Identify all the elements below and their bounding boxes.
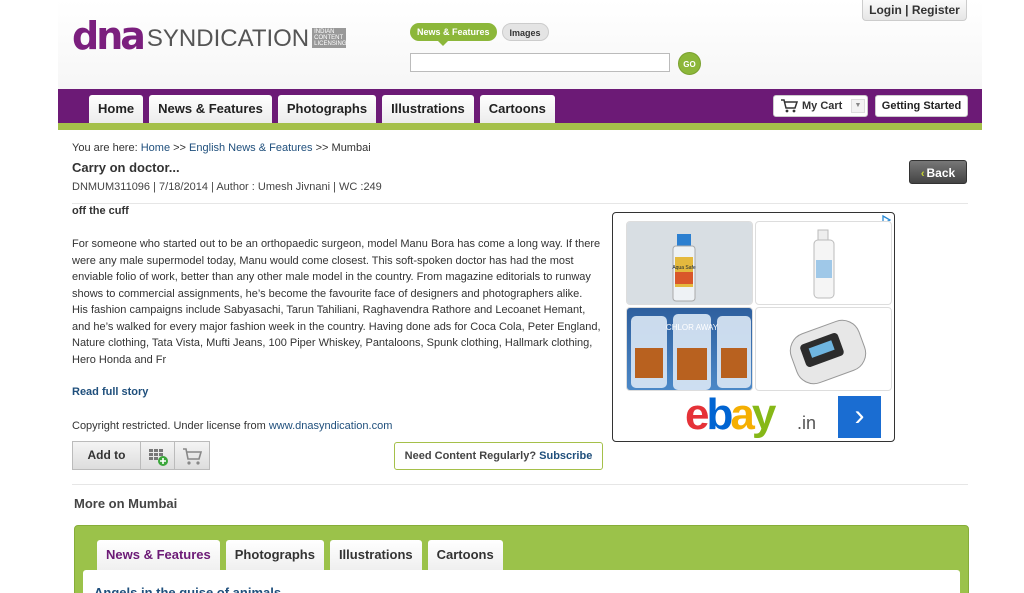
- copyright-notice: Copyright restricted. Under license from…: [72, 420, 392, 432]
- need-content-text: Need Content Regularly?: [404, 450, 537, 462]
- search-tab-news-features[interactable]: News & Features: [410, 23, 497, 46]
- copyright-text: Copyright restricted. Under license from: [72, 420, 266, 432]
- chevron-down-icon[interactable]: ▼: [851, 99, 865, 113]
- breadcrumb-current: Mumbai: [331, 142, 371, 154]
- nav-accent-line: [58, 123, 982, 130]
- divider: [72, 484, 968, 485]
- more-tab-news-features[interactable]: News & Features: [97, 540, 220, 572]
- cart-icon: [781, 99, 798, 113]
- search-tab-images[interactable]: Images: [501, 23, 549, 41]
- article-paragraph: His fashion campaigns include Sabyasachi…: [72, 304, 601, 366]
- breadcrumb-prefix: You are here:: [72, 142, 138, 154]
- more-on-panel: News & Features Photographs Illustration…: [74, 525, 969, 593]
- login-register-link[interactable]: Login | Register: [862, 0, 967, 21]
- ad-product-tile[interactable]: [755, 221, 892, 305]
- ad-product-tile[interactable]: [755, 307, 892, 391]
- more-on-content: Angels in the guise of animals: [83, 570, 960, 593]
- dna-syndication-logo[interactable]: dna SYNDICATION INDIAN CONTENT LICENSING: [72, 14, 347, 58]
- ebay-advertisement[interactable]: Aqua Safe CHLOR AWAY ebay .in ›: [612, 212, 895, 442]
- grid-add-icon: [149, 449, 168, 466]
- ebay-logo[interactable]: ebay: [685, 393, 776, 437]
- my-cart-button[interactable]: My Cart ▼: [773, 95, 868, 117]
- more-tab-illustrations[interactable]: Illustrations: [329, 540, 422, 570]
- more-tab-photographs[interactable]: Photographs: [225, 540, 324, 570]
- article-title: Carry on doctor...: [72, 160, 180, 175]
- nav-tab-photographs[interactable]: Photographs: [277, 95, 377, 123]
- add-to-cart-button[interactable]: [175, 442, 209, 469]
- nav-tab-illustrations[interactable]: Illustrations: [382, 95, 474, 123]
- add-to-lightbox-button[interactable]: [141, 442, 175, 469]
- tile-label: CHLOR AWAY: [666, 323, 719, 332]
- breadcrumb: You are here: Home >> English News & Fea…: [72, 142, 371, 154]
- ebay-domain-suffix: .in: [797, 413, 817, 433]
- subscribe-box[interactable]: Need Content Regularly? Subscribe: [394, 442, 603, 470]
- logo-dna-text: dna: [72, 14, 146, 58]
- nav-tab-cartoons[interactable]: Cartoons: [479, 95, 555, 123]
- nav-tab-home[interactable]: Home: [89, 95, 144, 123]
- add-to-toolbar: Add to: [72, 441, 210, 470]
- more-tab-cartoons[interactable]: Cartoons: [427, 540, 503, 570]
- nav-tabs: Home News & Features Photographs Illustr…: [89, 95, 555, 123]
- search-input[interactable]: [410, 53, 670, 72]
- cart-add-icon: [183, 448, 203, 465]
- chevron-left-icon: ‹: [920, 168, 925, 180]
- nav-tab-news-features[interactable]: News & Features: [149, 95, 272, 123]
- logo-syndication-text: SYNDICATION: [146, 25, 310, 52]
- getting-started-button[interactable]: Getting Started: [875, 95, 968, 117]
- add-to-label: Add to: [73, 442, 141, 469]
- breadcrumb-english-news[interactable]: English News & Features: [189, 142, 313, 154]
- back-button[interactable]: ‹ Back: [909, 160, 967, 184]
- search-type-tabs: News & Features Images: [410, 23, 549, 46]
- chlor-away-bottles-image: CHLOR AWAY: [631, 314, 751, 390]
- article-paragraph: For someone who started out to be an ort…: [72, 238, 601, 300]
- tile-label: Aqua Safe: [672, 265, 696, 271]
- back-label: Back: [926, 166, 956, 180]
- page: dna SYNDICATION INDIAN CONTENT LICENSING…: [58, 0, 982, 593]
- breadcrumb-separator: >>: [173, 142, 186, 154]
- search-go-button[interactable]: GO: [678, 52, 701, 75]
- logo-tagline: INDIAN CONTENT LICENSING: [312, 28, 347, 48]
- my-cart-label: My Cart: [802, 100, 843, 112]
- chevron-right-icon[interactable]: ›: [838, 396, 881, 438]
- bottle-image: Aqua Safe: [627, 222, 752, 304]
- more-on-tabs: News & Features Photographs Illustration…: [97, 540, 503, 572]
- dnasyndication-link[interactable]: www.dnasyndication.com: [269, 420, 393, 432]
- article-kicker: off the cuff: [72, 205, 129, 217]
- main-nav: Home News & Features Photographs Illustr…: [58, 89, 982, 123]
- breadcrumb-home[interactable]: Home: [141, 142, 170, 154]
- ad-product-grid: Aqua Safe CHLOR AWAY: [626, 221, 892, 391]
- site-header: dna SYNDICATION INDIAN CONTENT LICENSING…: [58, 0, 982, 89]
- divider: [72, 203, 968, 204]
- more-on-heading: More on Mumbai: [74, 496, 178, 511]
- subscribe-link[interactable]: Subscribe: [539, 450, 592, 462]
- more-on-story-link[interactable]: Angels in the guise of animals: [94, 585, 281, 593]
- breadcrumb-separator: >>: [315, 142, 329, 154]
- read-full-story-link[interactable]: Read full story: [72, 386, 148, 398]
- spray-bottle-image: [813, 229, 835, 299]
- ad-product-tile[interactable]: Aqua Safe: [626, 221, 753, 305]
- ad-product-tile[interactable]: CHLOR AWAY: [626, 307, 753, 391]
- article-body: For someone who started out to be an ort…: [72, 236, 606, 368]
- pulse-oximeter-image: [789, 319, 867, 385]
- article-meta: DNMUM311096 | 7/18/2014 | Author : Umesh…: [72, 181, 382, 193]
